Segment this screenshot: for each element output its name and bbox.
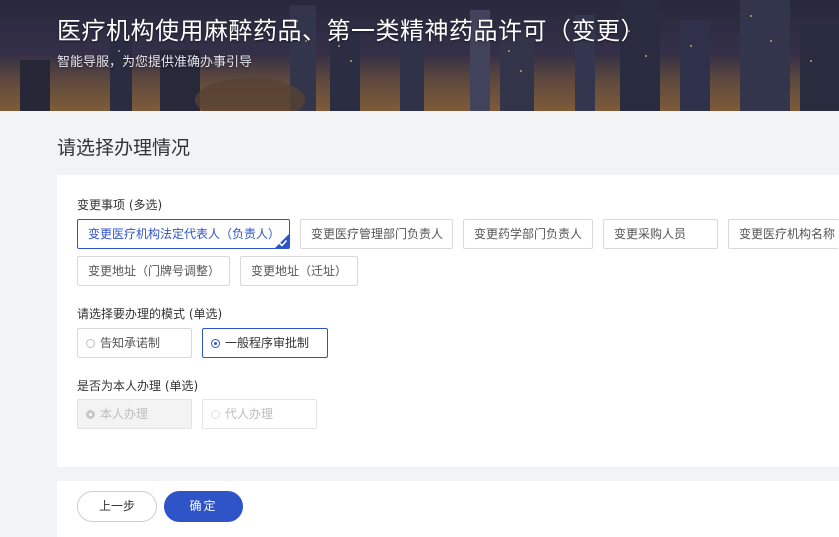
option-change-address-number[interactable]: 变更地址（门牌号调整）	[77, 256, 230, 286]
prev-button[interactable]: 上一步	[77, 491, 157, 522]
change-items-label: 变更事项 (多选)	[77, 198, 163, 212]
option-label: 变更地址（迁址）	[251, 264, 348, 278]
option-change-purchaser[interactable]: 变更采购人员	[603, 219, 718, 249]
option-change-pharmacy-dept-head[interactable]: 变更药学部门负责人	[463, 219, 593, 249]
radio-label: 告知承诺制	[100, 336, 161, 350]
radio-label: 本人办理	[100, 407, 149, 421]
radio-icon	[86, 410, 95, 419]
page-subtitle: 智能导服，为您提供准确办事引导	[57, 55, 253, 70]
section-title: 请选择办理情况	[57, 137, 191, 159]
radio-self-handle[interactable]: 本人办理	[77, 399, 192, 429]
option-label: 变更医疗机构名称	[739, 227, 836, 241]
self-handle-label: 是否为本人办理 (单选)	[77, 379, 199, 393]
option-label: 变更地址（门牌号调整）	[88, 264, 221, 278]
check-icon	[278, 239, 288, 247]
option-label: 变更医疗管理部门负责人	[311, 227, 444, 241]
page-title: 医疗机构使用麻醉药品、第一类精神药品许可（变更）	[57, 17, 645, 45]
radio-notification-commitment[interactable]: 告知承诺制	[77, 328, 192, 358]
option-label: 变更采购人员	[614, 227, 687, 241]
header-banner: 医疗机构使用麻醉药品、第一类精神药品许可（变更） 智能导服，为您提供准确办事引导	[0, 0, 839, 111]
option-change-legal-rep[interactable]: 变更医疗机构法定代表人（负责人）	[77, 219, 290, 249]
radio-icon	[211, 410, 220, 419]
option-change-institution-name[interactable]: 变更医疗机构名称	[728, 219, 839, 249]
option-change-address-relocate[interactable]: 变更地址（迁址）	[240, 256, 358, 286]
mode-label: 请选择要办理的模式 (单选)	[77, 307, 223, 321]
radio-general-procedure[interactable]: 一般程序审批制	[202, 328, 328, 358]
confirm-button[interactable]: 确定	[164, 491, 243, 522]
option-change-medical-dept-head[interactable]: 变更医疗管理部门负责人	[300, 219, 453, 249]
radio-label: 一般程序审批制	[225, 336, 310, 350]
radio-icon	[211, 339, 220, 348]
radio-proxy-handle[interactable]: 代人办理	[202, 399, 317, 429]
radio-icon	[86, 339, 95, 348]
option-label: 变更医疗机构法定代表人（负责人）	[88, 227, 281, 241]
radio-label: 代人办理	[225, 407, 274, 421]
option-label: 变更药学部门负责人	[474, 227, 583, 241]
